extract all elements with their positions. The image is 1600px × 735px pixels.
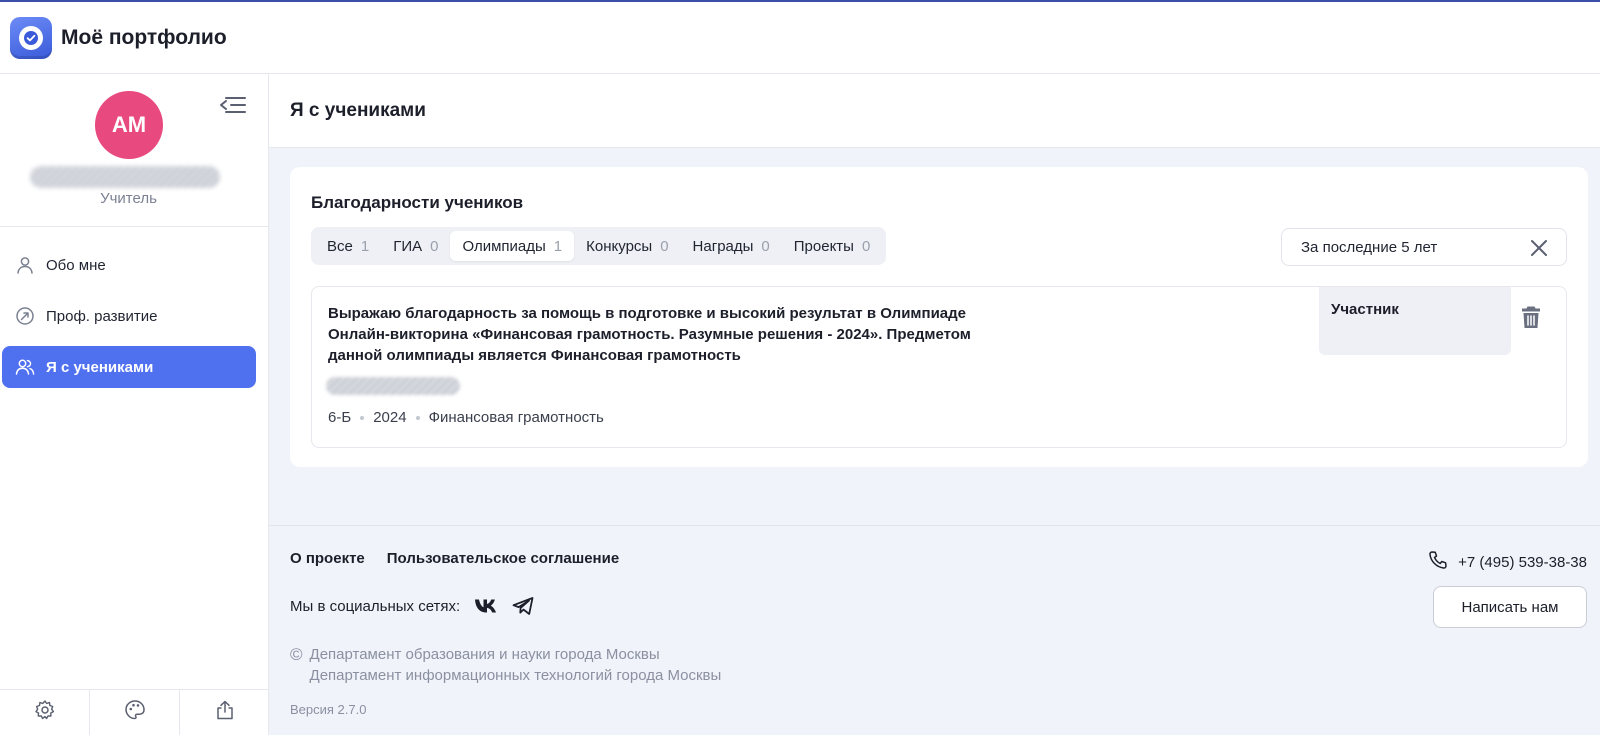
tab-label: ГИА xyxy=(393,237,423,255)
tab-label: Награды xyxy=(692,237,754,255)
app-logo-icon[interactable] xyxy=(10,16,52,59)
app-version: Версия 2.7.0 xyxy=(290,702,367,717)
phone-icon xyxy=(1428,550,1458,574)
student-name-blurred xyxy=(326,377,460,395)
tab-count: 0 xyxy=(660,237,669,255)
year-label: 2024 xyxy=(373,409,407,426)
sidebar-divider xyxy=(0,226,269,227)
tab-label: Конкурсы xyxy=(586,237,653,255)
tab-count: 0 xyxy=(861,237,871,255)
sidebar-item-about[interactable]: Обо мне xyxy=(2,244,256,286)
footer-links: О проекте Пользовательское соглашение xyxy=(290,550,641,567)
tab-projects[interactable]: Проекты 0 xyxy=(782,231,883,261)
copyright-icon: © xyxy=(290,645,303,664)
class-label: 6-Б xyxy=(328,409,352,426)
sidebar-item-students[interactable]: Я с учениками xyxy=(2,346,256,388)
growth-icon xyxy=(15,306,35,326)
sidebar-bottom-bar xyxy=(0,689,269,735)
share-icon xyxy=(214,699,236,726)
sidebar: АМ Учитель Обо мне Проф. развитие Я с уч… xyxy=(0,74,269,735)
users-icon xyxy=(15,357,35,377)
page-title: Я с учениками xyxy=(290,99,426,121)
sidebar-item-label: Обо мне xyxy=(46,256,106,274)
tab-label: Все xyxy=(327,237,353,255)
gratitude-meta: 6-Б 2024 Финансовая грамотность xyxy=(328,409,604,426)
tab-label: Проекты xyxy=(793,237,854,255)
top-bar: Моё портфолио xyxy=(0,0,1600,74)
user-icon xyxy=(15,255,35,275)
separator-dot xyxy=(415,415,420,420)
footer-phone[interactable]: +7 (495) 539-38-38 xyxy=(1428,550,1587,574)
phone-number: +7 (495) 539-38-38 xyxy=(1458,553,1587,571)
collapse-sidebar-icon[interactable] xyxy=(219,93,247,117)
sidebar-nav: Обо мне Проф. развитие Я с учениками xyxy=(2,244,256,397)
tab-olympiads[interactable]: Олимпиады 1 xyxy=(450,231,575,261)
separator-dot xyxy=(360,415,365,420)
close-icon[interactable] xyxy=(1530,239,1548,257)
tab-contests[interactable]: Конкурсы 0 xyxy=(574,231,680,261)
avatar[interactable]: АМ xyxy=(95,91,163,159)
period-value: За последние 5 лет xyxy=(1301,238,1438,256)
sidebar-item-label: Проф. развитие xyxy=(46,307,158,325)
sidebar-item-prof-development[interactable]: Проф. развитие xyxy=(2,295,256,337)
social-label: Мы в социальных сетях: xyxy=(290,597,461,615)
org-education: Департамент образования и науки города М… xyxy=(309,646,660,663)
tab-count: 0 xyxy=(761,237,770,255)
link-user-agreement[interactable]: Пользовательское соглашение xyxy=(387,550,619,567)
link-about[interactable]: О проекте xyxy=(290,550,365,567)
tab-count: 1 xyxy=(553,237,563,255)
tab-label: Олимпиады xyxy=(462,237,546,255)
gratitude-text: Выражаю благодарность за помощь в подгот… xyxy=(328,305,971,364)
telegram-icon[interactable] xyxy=(512,597,534,615)
tab-count: 0 xyxy=(430,237,439,255)
write-us-button[interactable]: Написать нам xyxy=(1433,586,1587,628)
app-title: Моё портфолио xyxy=(61,25,227,49)
gratitude-item[interactable]: Выражаю благодарность за помощь в подгот… xyxy=(311,286,1567,448)
footer: О проекте Пользовательское соглашение +7… xyxy=(269,525,1600,735)
settings-button[interactable] xyxy=(0,690,90,735)
org-it: Департамент информационных технологий го… xyxy=(309,667,722,684)
category-tabs: Все 1 ГИА 0 Олимпиады 1 Конкурсы 0 Награды 0 … xyxy=(311,227,887,265)
status-badge: Участник xyxy=(1319,287,1511,355)
user-role: Учитель xyxy=(100,190,157,207)
tab-all[interactable]: Все 1 xyxy=(315,231,381,261)
theme-button[interactable] xyxy=(90,690,180,735)
share-button[interactable] xyxy=(180,690,269,735)
gear-icon xyxy=(34,699,56,726)
trash-icon[interactable] xyxy=(1519,304,1543,330)
palette-icon xyxy=(124,699,146,726)
period-select[interactable]: За последние 5 лет xyxy=(1281,228,1567,266)
sidebar-item-label: Я с учениками xyxy=(46,358,154,376)
vk-icon[interactable] xyxy=(474,598,498,614)
subject-label: Финансовая грамотность xyxy=(428,409,604,426)
tab-gia[interactable]: ГИА 0 xyxy=(381,231,450,261)
user-name-blurred xyxy=(30,166,220,188)
copyright-block: © Департамент образования и науки города… xyxy=(290,644,721,686)
tab-count: 1 xyxy=(360,237,370,255)
page-header: Я с учениками xyxy=(269,74,1600,148)
gratitude-card: Благодарности учеников Все 1 ГИА 0 Олимпиа… xyxy=(290,167,1588,467)
tab-awards[interactable]: Награды 0 xyxy=(681,231,782,261)
card-title: Благодарности учеников xyxy=(311,193,524,212)
social-block: Мы в социальных сетях: xyxy=(290,597,534,615)
main-content: Я с учениками Благодарности учеников Все… xyxy=(269,74,1600,735)
